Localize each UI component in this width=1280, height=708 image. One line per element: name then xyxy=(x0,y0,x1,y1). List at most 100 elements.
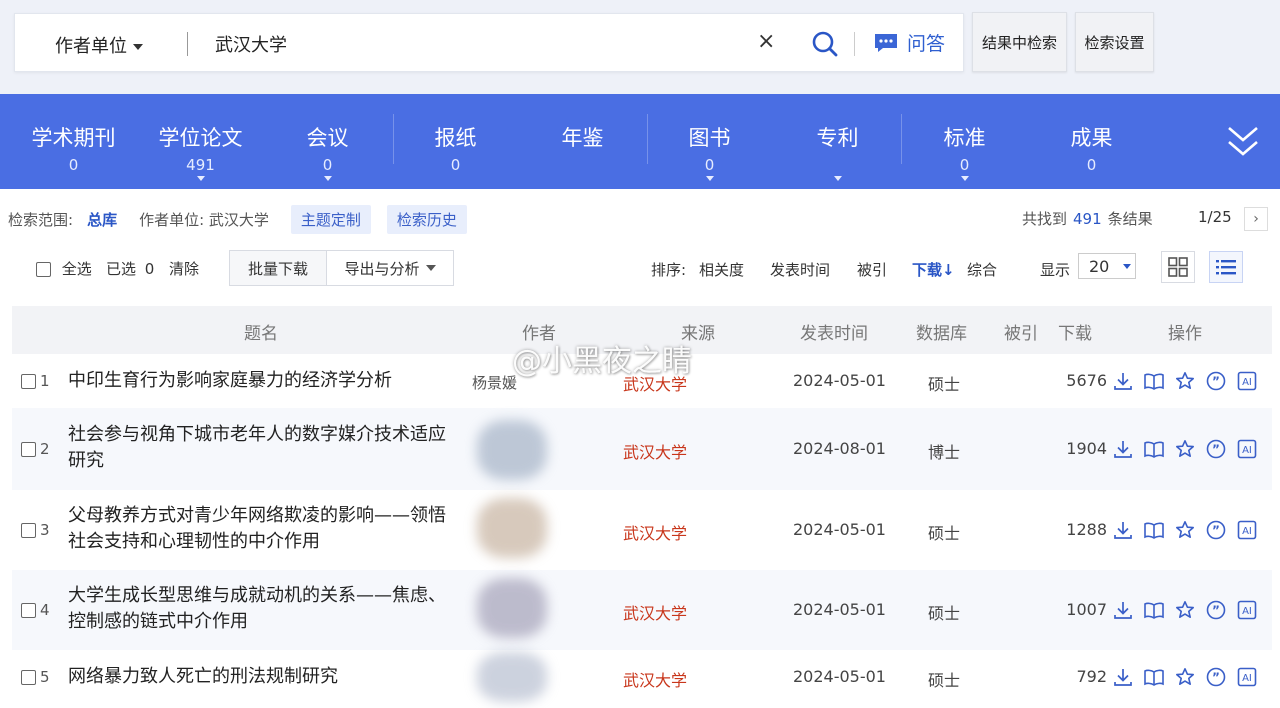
tab-label: 图书 xyxy=(688,126,731,150)
batch-download-button[interactable]: 批量下载 xyxy=(229,250,327,286)
row-number: 1 xyxy=(40,372,50,390)
field-select[interactable]: 作者单位 xyxy=(55,32,143,58)
select-all-checkbox[interactable]: 全选 xyxy=(36,258,92,279)
favorite-star-icon[interactable] xyxy=(1174,370,1196,392)
row-title[interactable]: 中印生育行为影响家庭暴力的经济学分析 xyxy=(68,368,460,394)
sort-comprehensive[interactable]: 综合 xyxy=(967,259,997,280)
tab-journals[interactable]: 学术期刊 0 xyxy=(10,94,137,189)
row-source[interactable]: 武汉大学 xyxy=(623,439,687,463)
tab-label: 专利 xyxy=(816,126,859,150)
tab-count: 0 xyxy=(68,156,79,174)
row-database: 硕士 xyxy=(928,375,961,394)
sort-citations[interactable]: 被引 xyxy=(857,259,887,280)
caret-down-icon xyxy=(833,176,842,181)
ai-icon[interactable]: AI xyxy=(1236,599,1258,621)
row-checkbox[interactable] xyxy=(21,603,36,618)
read-book-icon[interactable] xyxy=(1143,438,1165,460)
tab-count: 0 xyxy=(322,156,333,174)
row-date: 2024-05-01 xyxy=(793,520,886,539)
tab-label: 学位论文 xyxy=(158,126,243,150)
search-within-button[interactable]: 结果中检索 xyxy=(972,12,1067,72)
sort-downloads[interactable]: 下载↓ xyxy=(912,259,955,280)
search-scope: 检索范围: 总库 作者单位: 武汉大学 主题定制 检索历史 xyxy=(8,204,467,234)
found-count: 491 xyxy=(1073,210,1102,228)
row-checkbox[interactable] xyxy=(21,523,36,538)
tab-patents[interactable]: 专利 xyxy=(774,94,901,189)
chevron-down-icon xyxy=(425,265,436,271)
search-history-button[interactable]: 检索历史 xyxy=(386,204,467,234)
tab-achievements[interactable]: 成果 0 xyxy=(1028,94,1155,189)
sort-date[interactable]: 发表时间 xyxy=(770,259,830,280)
row-source[interactable]: 武汉大学 xyxy=(623,520,687,544)
page-size-select[interactable]: 20 xyxy=(1078,253,1136,279)
expand-chevron-icon[interactable] xyxy=(1226,124,1260,160)
sort-relevance[interactable]: 相关度 xyxy=(699,259,744,280)
header-citations[interactable]: 被引 xyxy=(1004,319,1038,344)
favorite-star-icon[interactable] xyxy=(1174,519,1196,541)
row-number: 3 xyxy=(40,521,50,539)
row-title[interactable]: 父母教养方式对青少年网络欺凌的影响——领悟社会支持和心理韧性的中介作用 xyxy=(68,503,460,555)
search-input[interactable]: 武汉大学 xyxy=(215,31,287,57)
export-analysis-dropdown[interactable]: 导出与分析 xyxy=(326,250,454,286)
tab-newspapers[interactable]: 报纸 0 xyxy=(392,94,519,189)
topic-custom-button[interactable]: 主题定制 xyxy=(290,204,371,234)
download-icon[interactable] xyxy=(1112,370,1134,392)
download-icon[interactable] xyxy=(1112,519,1134,541)
ai-icon[interactable]: AI xyxy=(1236,438,1258,460)
clear-icon[interactable]: × xyxy=(757,29,775,54)
favorite-star-icon[interactable] xyxy=(1174,599,1196,621)
list-view-button[interactable] xyxy=(1209,251,1243,283)
ai-icon[interactable]: AI xyxy=(1236,666,1258,688)
cite-quote-icon[interactable]: ” xyxy=(1205,370,1227,392)
tab-yearbooks[interactable]: 年鉴 xyxy=(519,94,646,189)
favorite-star-icon[interactable] xyxy=(1174,666,1196,688)
row-title[interactable]: 社会参与视角下城市老年人的数字媒介技术适应研究 xyxy=(68,422,460,474)
cite-quote-icon[interactable]: ” xyxy=(1205,599,1227,621)
clear-selection-button[interactable]: 清除 xyxy=(169,258,199,279)
tab-count: 0 xyxy=(1086,156,1097,174)
tab-conferences[interactable]: 会议 0 xyxy=(264,94,391,189)
tab-standards[interactable]: 标准 0 xyxy=(901,94,1028,189)
row-title[interactable]: 网络暴力致人死亡的刑法规制研究 xyxy=(68,664,460,690)
row-checkbox[interactable] xyxy=(21,442,36,457)
divider xyxy=(187,32,188,56)
download-icon[interactable] xyxy=(1112,666,1134,688)
download-icon[interactable] xyxy=(1112,599,1134,621)
header-downloads[interactable]: 下载 xyxy=(1058,319,1092,344)
row-source[interactable]: 武汉大学 xyxy=(623,600,687,624)
row-checkbox[interactable] xyxy=(21,670,36,685)
chevron-down-icon xyxy=(1123,263,1132,269)
read-book-icon[interactable] xyxy=(1143,666,1165,688)
favorite-star-icon[interactable] xyxy=(1174,438,1196,460)
read-book-icon[interactable] xyxy=(1143,599,1165,621)
cite-quote-icon[interactable]: ” xyxy=(1205,438,1227,460)
scope-value[interactable]: 总库 xyxy=(87,209,117,230)
table-row: 2 社会参与视角下城市老年人的数字媒介技术适应研究 武汉大学 2024-08-0… xyxy=(12,408,1272,490)
qa-button[interactable]: 问答 xyxy=(873,29,945,56)
grid-view-button[interactable] xyxy=(1161,251,1195,283)
checkbox[interactable] xyxy=(36,262,51,277)
cite-quote-icon[interactable]: ” xyxy=(1205,519,1227,541)
tab-books[interactable]: 图书 0 xyxy=(646,94,773,189)
download-icon[interactable] xyxy=(1112,438,1134,460)
row-actions: ” AI xyxy=(1112,599,1258,621)
row-author[interactable]: 杨景媛 xyxy=(472,372,517,393)
row-source[interactable]: 武汉大学 xyxy=(623,667,687,691)
next-page-button[interactable]: › xyxy=(1244,207,1268,231)
read-book-icon[interactable] xyxy=(1143,370,1165,392)
row-checkbox[interactable] xyxy=(21,374,36,389)
ai-icon[interactable]: AI xyxy=(1236,370,1258,392)
svg-text:AI: AI xyxy=(1242,673,1252,684)
search-settings-button[interactable]: 检索设置 xyxy=(1075,12,1154,72)
read-book-icon[interactable] xyxy=(1143,519,1165,541)
row-title[interactable]: 大学生成长型思维与成就动机的关系——焦虑、控制感的链式中介作用 xyxy=(68,583,460,635)
cite-quote-icon[interactable]: ” xyxy=(1205,666,1227,688)
category-bar: 学术期刊 0 学位论文 491 会议 0 报纸 0 年鉴 图书 0 专利 标准 … xyxy=(0,94,1280,189)
row-date: 2024-05-01 xyxy=(793,600,886,619)
search-icon[interactable] xyxy=(811,30,839,58)
ai-icon[interactable]: AI xyxy=(1236,519,1258,541)
header-date: 发表时间 xyxy=(800,324,868,344)
header-database[interactable]: 数据库 xyxy=(916,319,967,344)
chevron-down-icon xyxy=(133,44,143,50)
tab-theses[interactable]: 学位论文 491 xyxy=(137,94,264,189)
